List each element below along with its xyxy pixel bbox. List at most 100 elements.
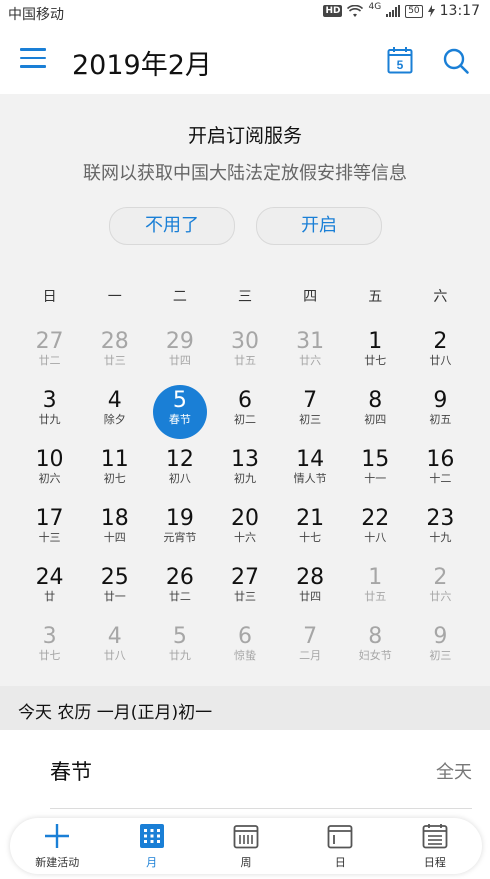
lunar-date: 廿三 [103,354,126,367]
day-number: 5 [172,388,187,413]
today-calendar-icon[interactable]: 5 [387,46,413,74]
day-number: 8 [368,388,383,413]
calendar-day[interactable]: 6 惊蛰 [212,621,277,680]
calendar-week-row: 10 初六 11 初七 12 初八 13 初九 14 情人节 15 十一 16 十二 [17,444,473,503]
day-number: 4 [107,624,122,649]
lunar-date: 初三 [299,413,322,426]
calendar-day[interactable]: 19 元宵节 [147,503,212,562]
event-item[interactable]: 春节 全天 [50,730,472,809]
status-icons: HD 4G 50 13:17 [323,2,480,19]
lunar-date: 十一 [364,472,387,485]
calendar-day[interactable]: 7 二月 [278,621,343,680]
calendar-day[interactable]: 1 廿五 [343,562,408,621]
month-title[interactable]: 2019年2月 [72,43,212,82]
tab-agenda[interactable]: 日程 [388,818,482,874]
calendar-day[interactable]: 18 十四 [82,503,147,562]
tab-week[interactable]: 周 [199,818,293,874]
lunar-date: 初二 [233,413,256,426]
calendar-day[interactable]: 12 初八 [147,444,212,503]
calendar-day[interactable]: 26 廿二 [147,562,212,621]
plus-icon [45,824,70,848]
tab-month[interactable]: 月 [104,818,198,874]
calendar-day[interactable]: 16 十二 [408,444,473,503]
calendar-day[interactable]: 31 廿六 [278,326,343,385]
calendar-day[interactable]: 3 廿九 [17,385,82,444]
calendar-day[interactable]: 2 廿八 [408,326,473,385]
calendar-day[interactable]: 29 廿四 [147,326,212,385]
lunar-date: 十七 [299,531,322,544]
day-number: 2 [433,565,448,590]
lunar-date: 廿九 [168,649,191,662]
calendar-day[interactable]: 4 廿八 [82,621,147,680]
calendar-day[interactable]: 23 十九 [408,503,473,562]
weekday-label: 四 [303,289,318,305]
lunar-date: 十九 [429,531,452,544]
calendar-week-row: 3 廿九 4 除夕 5 春节 6 初二 7 初三 8 初四 9 初五 [17,385,473,444]
lunar-date: 廿五 [233,354,256,367]
calendar-day[interactable]: 8 妇女节 [343,621,408,680]
lunar-date: 十八 [364,531,387,544]
day-number: 14 [296,447,325,472]
hd-icon: HD [323,5,343,17]
calendar-day-today[interactable]: 5 春节 [147,385,212,444]
today-lunar-text: 今天 农历 一月(正月)初一 [18,703,213,723]
calendar-day[interactable]: 20 十六 [212,503,277,562]
weekday-label: 日 [42,289,57,305]
calendar-day[interactable]: 27 廿三 [212,562,277,621]
calendar-day[interactable]: 30 廿五 [212,326,277,385]
lunar-date: 十三 [38,531,61,544]
calendar-week-row: 3 廿七 4 廿八 5 廿九 6 惊蛰 7 二月 8 妇女节 9 初三 [17,621,473,680]
calendar-day[interactable]: 14 情人节 [278,444,343,503]
calendar-day[interactable]: 9 初三 [408,621,473,680]
clock: 13:17 [439,3,480,19]
subscribe-description: 联网以获取中国大陆法定放假安排等信息 [83,163,407,184]
calendar-day[interactable]: 4 除夕 [82,385,147,444]
nav-label: 日 [334,856,346,869]
new-event-button[interactable]: 新建活动 [10,818,104,874]
decline-button[interactable]: 不用了 [109,207,235,245]
enable-subscription-button[interactable]: 开启 [256,207,382,245]
calendar-day[interactable]: 13 初九 [212,444,277,503]
calendar-day[interactable]: 28 廿三 [82,326,147,385]
nav-label: 日程 [423,856,446,869]
calendar-day[interactable]: 5 廿九 [147,621,212,680]
lunar-date: 十六 [233,531,256,544]
calendar-day[interactable]: 6 初二 [212,385,277,444]
calendar-day[interactable]: 2 廿六 [408,562,473,621]
nav-label: 周 [240,856,252,869]
nav-label: 月 [146,856,158,869]
calendar-day[interactable]: 28 廿四 [278,562,343,621]
calendar-day[interactable]: 11 初七 [82,444,147,503]
day-number: 5 [172,624,187,649]
carrier-name: 中国移动 [8,7,64,23]
calendar-day[interactable]: 9 初五 [408,385,473,444]
weekday-label: 一 [107,289,122,305]
lunar-date: 廿二 [168,590,191,603]
lunar-date: 初三 [429,649,452,662]
calendar-day[interactable]: 25 廿一 [82,562,147,621]
menu-icon[interactable] [20,48,46,72]
calendar-day[interactable]: 10 初六 [17,444,82,503]
search-icon[interactable] [442,47,470,75]
calendar-week-row: 27 廿二 28 廿三 29 廿四 30 廿五 31 廿六 1 廿七 2 廿八 [17,326,473,385]
lunar-date: 廿八 [103,649,126,662]
lunar-date: 二月 [299,649,322,662]
calendar-day[interactable]: 1 廿七 [343,326,408,385]
calendar-day[interactable]: 22 十八 [343,503,408,562]
calendar-day[interactable]: 8 初四 [343,385,408,444]
calendar-day[interactable]: 7 初三 [278,385,343,444]
day-number: 16 [426,447,455,472]
calendar-day[interactable]: 21 十七 [278,503,343,562]
calendar-week-row: 17 十三 18 十四 19 元宵节 20 十六 21 十七 22 十八 23 十九 [17,503,473,562]
calendar-week-row: 24 廿 25 廿一 26 廿二 27 廿三 28 廿四 1 廿五 2 廿六 [17,562,473,621]
calendar-day[interactable]: 15 十一 [343,444,408,503]
calendar-day[interactable]: 3 廿七 [17,621,82,680]
calendar-day[interactable]: 27 廿二 [17,326,82,385]
lunar-date: 初六 [38,472,61,485]
calendar-day[interactable]: 24 廿 [17,562,82,621]
bottom-nav: 新建活动 月 周 日 日程 [10,818,482,874]
battery-icon: 50 [405,4,423,18]
day-number: 4 [107,388,122,413]
calendar-day[interactable]: 17 十三 [17,503,82,562]
tab-day[interactable]: 日 [293,818,387,874]
